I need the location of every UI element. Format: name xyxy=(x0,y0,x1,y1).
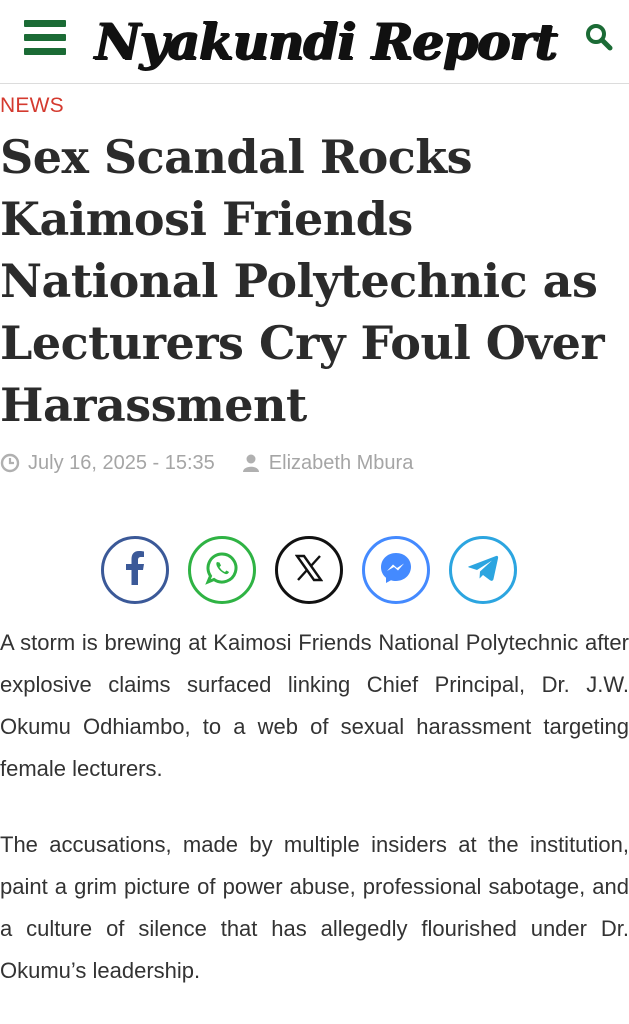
article-paragraph: The accusations, made by multiple inside… xyxy=(0,832,629,983)
search-icon[interactable] xyxy=(584,22,614,52)
x-share-button[interactable] xyxy=(275,536,343,604)
telegram-share-button[interactable] xyxy=(449,536,517,604)
x-icon xyxy=(294,554,324,587)
article-title: Sex Scandal Rocks Kaimosi Friends Nation… xyxy=(0,130,605,432)
whatsapp-share-button[interactable] xyxy=(188,536,256,604)
site-header: Nyakundi Report xyxy=(0,0,629,84)
clock-icon xyxy=(0,453,20,473)
telegram-icon xyxy=(467,554,499,587)
author-link[interactable]: Elizabeth Mbura xyxy=(269,452,414,475)
whatsapp-icon xyxy=(205,551,239,590)
messenger-share-button[interactable] xyxy=(362,536,430,604)
share-buttons xyxy=(101,536,521,604)
hamburger-menu-icon[interactable] xyxy=(24,20,68,56)
site-logo[interactable]: Nyakundi Report xyxy=(95,2,558,80)
article-paragraph: A storm is brewing at Kaimosi Friends Na… xyxy=(0,630,629,781)
user-icon xyxy=(241,453,261,473)
facebook-share-button[interactable] xyxy=(101,536,169,604)
publish-date: July 16, 2025 - 15:35 xyxy=(28,451,215,474)
messenger-icon xyxy=(379,551,413,590)
article-meta: July 16, 2025 - 15:35 Elizabeth Mbura xyxy=(0,450,413,476)
facebook-icon xyxy=(124,550,146,590)
category-link[interactable]: NEWS xyxy=(0,94,64,118)
